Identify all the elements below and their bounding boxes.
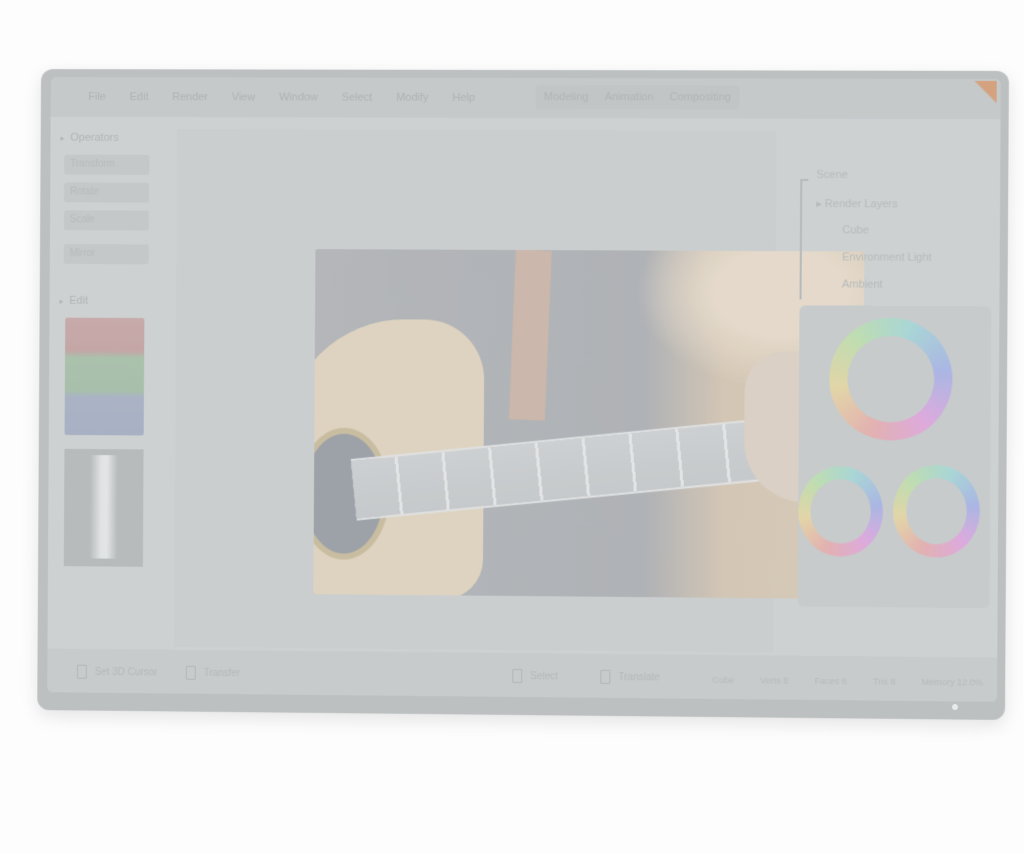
menu-item-select[interactable]: Select: [330, 78, 385, 118]
viewport[interactable]: [174, 129, 865, 653]
transfer-button[interactable]: Transfer: [185, 665, 241, 680]
outliner: Scene ▸ Render Layers Cube Environment L…: [799, 169, 972, 300]
tab-animation[interactable]: Animation: [596, 85, 661, 109]
color-wheels-panel: [797, 305, 992, 609]
document-icon: [512, 668, 523, 684]
operators-title: Operators: [70, 131, 119, 144]
rotate-field[interactable]: Rotate: [63, 182, 150, 203]
workspace-tabs: Modeling Animation Compositing: [535, 85, 740, 110]
waveform-thumbnail[interactable]: [63, 448, 144, 567]
outliner-title[interactable]: Scene: [816, 169, 848, 181]
color-wheel-shadows[interactable]: [797, 465, 884, 557]
set-3d-cursor-label: Set 3D Cursor: [94, 666, 158, 678]
power-led: [952, 704, 958, 710]
select-label: Select: [530, 670, 559, 682]
menu-item-window[interactable]: Window: [267, 77, 330, 117]
menu-item-modify[interactable]: Modify: [384, 78, 440, 118]
rgb-parade-thumbnail[interactable]: [64, 317, 145, 436]
outliner-item-cube[interactable]: Cube: [842, 224, 869, 236]
transfer-label: Transfer: [203, 667, 241, 679]
status-verts: Verts 8: [760, 675, 789, 686]
tree-line: [799, 178, 809, 300]
outliner-item-render-layers[interactable]: ▸ Render Layers: [816, 197, 898, 210]
menu-item-view[interactable]: View: [220, 77, 268, 117]
transform-field[interactable]: Transform: [64, 154, 150, 175]
status-memory: Memory 12.0%: [921, 676, 983, 688]
document-icon: [76, 664, 87, 679]
monitor-frame: File Edit Render View Window Select Modi…: [37, 69, 1009, 721]
color-wheel-master[interactable]: [828, 317, 953, 441]
scale-field[interactable]: Scale: [63, 210, 150, 231]
operators-header[interactable]: ▸ Operators: [60, 129, 159, 147]
tab-modeling[interactable]: Modeling: [536, 85, 597, 109]
divider: [60, 230, 159, 236]
status-readout: Cube Verts 8 Faces 6 Tris 8 Memory 12.0%: [712, 675, 983, 688]
outliner-item-ambient[interactable]: Ambient: [842, 278, 883, 290]
color-wheel-highlights[interactable]: [892, 464, 981, 558]
document-icon: [185, 665, 196, 680]
document-icon: [600, 669, 611, 684]
status-tris: Tris 8: [873, 676, 896, 687]
status-bar: Set 3D Cursor Transfer Select Translate …: [47, 648, 998, 702]
corner-accent: [974, 80, 997, 104]
translate-label: Translate: [618, 671, 660, 683]
triangle-right-icon: ▸: [816, 198, 825, 211]
set-3d-cursor-button[interactable]: Set 3D Cursor: [76, 664, 158, 680]
menu-item-render[interactable]: Render: [160, 77, 220, 117]
menu-item-edit[interactable]: Edit: [118, 77, 161, 117]
select-button[interactable]: Select: [512, 668, 559, 684]
menu-bar: File Edit Render View Window Select Modi…: [50, 77, 1001, 120]
translate-button[interactable]: Translate: [600, 669, 660, 685]
menu-item-help[interactable]: Help: [440, 78, 487, 118]
triangle-right-icon: ▸: [59, 296, 64, 306]
edit-title: Edit: [69, 294, 89, 307]
outliner-item-label: Render Layers: [824, 198, 898, 211]
guitar-strap: [508, 249, 552, 421]
app-window: File Edit Render View Window Select Modi…: [47, 77, 1001, 702]
edit-header[interactable]: ▸ Edit: [59, 292, 158, 310]
guitar-photo-image: [313, 249, 865, 600]
main-menu: File Edit Render View Window Select Modi…: [76, 77, 487, 118]
status-faces: Faces 6: [814, 675, 847, 687]
status-object: Cube: [712, 674, 735, 686]
mirror-field[interactable]: Mirror: [63, 244, 149, 265]
triangle-right-icon: ▸: [60, 133, 65, 143]
outliner-item-environment-light[interactable]: Environment Light: [842, 251, 932, 263]
menu-item-file[interactable]: File: [76, 77, 118, 117]
right-panel: Scene ▸ Render Layers Cube Environment L…: [797, 169, 998, 642]
left-panel: ▸ Operators Transform Rotate Scale Mirro…: [57, 129, 159, 650]
tab-compositing[interactable]: Compositing: [662, 85, 740, 109]
